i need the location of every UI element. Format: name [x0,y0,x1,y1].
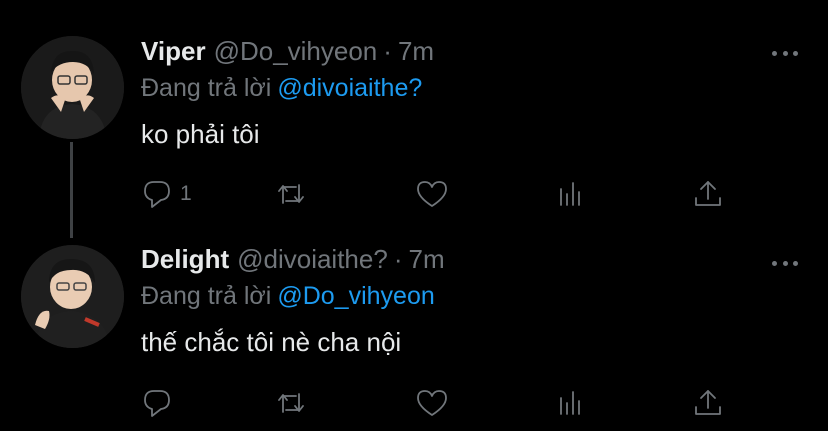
retweet-icon [278,184,304,204]
tweet-text: thế chắc tôi nè cha nội [141,327,402,357]
author-name[interactable]: Viper [141,36,206,67]
reply-prefix: Đang trả lời [141,282,272,310]
tweet[interactable]: Delight @divoiaithe? · 7m Đang trả lời @D… [0,220,828,431]
share-icon [695,181,721,206]
analytics-button[interactable] [554,385,588,421]
avatar[interactable] [21,36,124,139]
analytics-icon [560,391,580,415]
reply-count: 1 [180,182,192,205]
reply-context: Đang trả lời @Do_vihyeon [141,282,435,311]
tweet-header: Delight @divoiaithe? · 7m [141,244,445,280]
heart-icon [417,390,447,416]
author-name[interactable]: Delight [141,244,229,275]
share-icon [695,390,721,415]
analytics-button[interactable] [554,176,588,212]
reply-mention-link[interactable]: @Do_vihyeon [277,282,434,310]
reply-button[interactable] [140,385,180,421]
author-handle[interactable]: @Do_vihyeon [214,36,378,67]
reply-mention-link[interactable]: @divoiaithe? [277,74,422,102]
reply-prefix: Đang trả lời [141,74,272,102]
timestamp[interactable]: 7m [409,244,445,275]
comment-icon [144,181,170,208]
tweet-header: Viper @Do_vihyeon · 7m [141,36,434,72]
action-bar [140,385,730,421]
separator: · [393,244,403,274]
more-icon[interactable] [772,259,798,267]
more-icon[interactable] [772,49,798,57]
comment-icon [144,390,170,417]
timestamp[interactable]: 7m [398,36,434,67]
like-button[interactable] [415,385,449,421]
reply-button[interactable]: 1 [140,176,192,212]
action-bar: 1 [140,176,730,212]
share-button[interactable] [691,176,725,212]
retweet-button[interactable] [274,176,308,212]
retweet-button[interactable] [274,385,308,421]
like-button[interactable] [415,176,449,212]
retweet-icon [278,393,304,413]
heart-icon [417,181,447,207]
tweet-text: ko phải tôi [141,119,260,149]
avatar[interactable] [21,245,124,348]
reply-context: Đang trả lời @divoiaithe? [141,74,422,103]
separator: · [383,36,392,66]
tweet[interactable]: Viper @Do_vihyeon · 7m Đang trả lời @divo… [0,0,828,238]
share-button[interactable] [691,385,725,421]
analytics-icon [560,182,580,206]
author-handle[interactable]: @divoiaithe? [237,244,388,275]
